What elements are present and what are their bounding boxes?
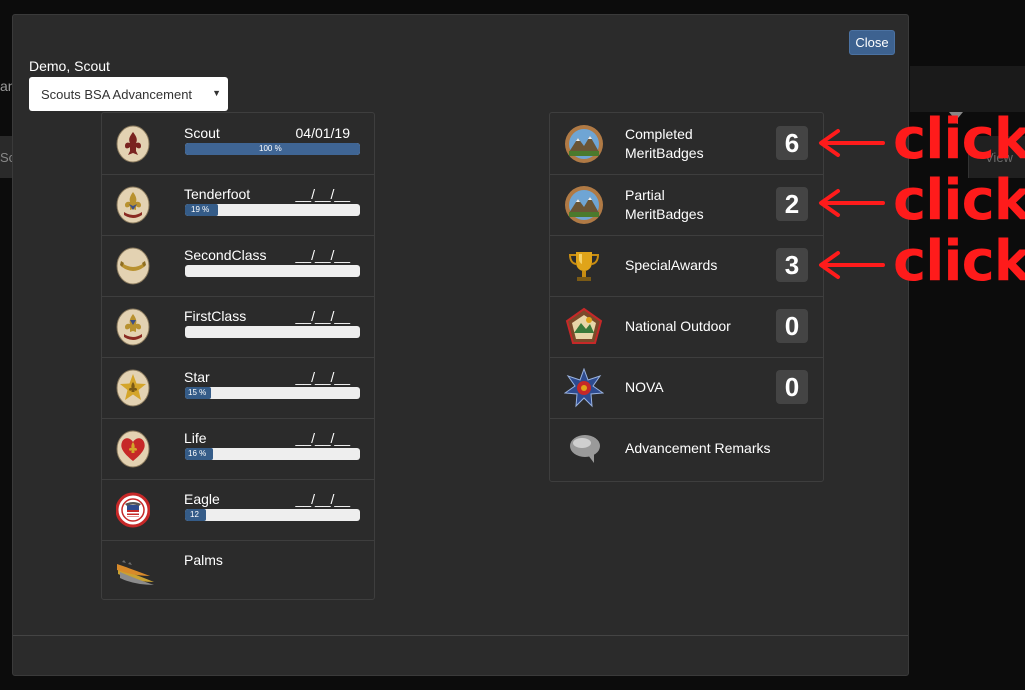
count-badge[interactable]: 0 [776,309,808,343]
award-label: SpecialAwards [625,256,775,275]
rank-progress-label: 12 [190,510,199,519]
rank-name: Scout [184,125,220,141]
rank-name: SecondClass [184,247,267,263]
advancement-remarks-row[interactable]: Advancement Remarks [550,418,823,479]
scout-rank-icon [116,125,150,163]
star-rank-icon [116,369,150,407]
rank-date: 04/01/19 [295,125,351,141]
rank-date: __/__/__ [295,186,351,202]
rank-row-tenderfoot[interactable]: Tenderfoot __/__/__ 19 % [102,174,374,236]
count-badge[interactable]: 0 [776,370,808,404]
merit-badge-icon [565,125,603,163]
click-annotation-text: click [893,168,1025,233]
award-label: National Outdoor [625,317,775,336]
tenderfoot-rank-icon [116,186,150,224]
rank-row-secondclass[interactable]: SecondClass __/__/__ [102,235,374,297]
rank-date: __/__/__ [295,430,351,446]
partial-merit-badges-row[interactable]: Partial MeritBadges 2 [550,174,823,236]
rank-progress-bar: 12 [185,509,360,521]
count-badge[interactable]: 2 [776,187,808,221]
completed-merit-badges-row[interactable]: Completed MeritBadges 6 [550,113,823,175]
rank-name: Life [184,430,207,446]
award-label: NOVA [625,378,775,397]
speech-bubble-icon [570,435,600,463]
rank-name: Star [184,369,210,385]
rank-progress-bar: 19 % [185,204,360,216]
award-label-line: SpecialAwards [625,257,718,273]
award-label-line: National Outdoor [625,318,731,334]
click-annotation-text: click [893,229,1025,294]
nova-badge-icon [564,368,604,408]
rank-progress-bar [185,326,360,338]
second-class-rank-icon [116,247,150,285]
national-outdoor-row[interactable]: National Outdoor 0 [550,296,823,358]
click-annotation-text: click [893,107,1025,172]
close-button[interactable]: Close [849,30,895,55]
count-badge[interactable]: 3 [776,248,808,282]
count-badge[interactable]: 6 [776,126,808,160]
rank-progress-label: 19 % [191,205,210,214]
rank-name: Tenderfoot [184,186,251,202]
rank-date: __/__/__ [295,369,351,385]
rank-progress-label: 100 % [259,144,282,153]
rank-row-eagle[interactable]: Eagle __/__/__ 12 [102,479,374,541]
program-select-value: Scouts BSA Advancement [41,87,193,102]
scout-name: Demo, Scout [29,58,110,74]
first-class-rank-icon [116,308,150,346]
rank-progress-bar: 15 % [185,387,360,399]
award-label-line: MeritBadges [625,206,704,222]
rank-row-firstclass[interactable]: FirstClass __/__/__ [102,296,374,358]
award-label-line: NOVA [625,379,664,395]
rank-row-star[interactable]: Star __/__/__ 15 % [102,357,374,419]
award-label-line: Partial [625,187,665,203]
rank-name: FirstClass [184,308,247,324]
award-label: Advancement Remarks [625,439,775,458]
background-header [910,66,1025,112]
award-label-line: Advancement Remarks [625,440,771,456]
eagle-rank-icon [116,492,150,528]
rank-progress-bar: 16 % [185,448,360,460]
rank-date: __/__/__ [295,308,351,324]
rank-name: Eagle [184,491,220,507]
rank-progress-bar [185,265,360,277]
dropdown-caret-icon: ▼ [212,88,221,98]
rank-date: __/__/__ [295,491,351,507]
award-label: Completed MeritBadges [625,125,775,163]
rank-progress-label: 16 % [188,449,207,458]
award-label-line: MeritBadges [625,145,704,161]
program-select[interactable]: Scouts BSA Advancement ▼ [29,77,228,111]
palms-icon [117,560,154,585]
rank-row-palms[interactable]: Palms [102,540,374,601]
rank-date: __/__/__ [295,247,351,263]
modal-footer-divider [13,635,908,636]
life-rank-icon [116,430,150,468]
award-label: Partial MeritBadges [625,186,775,224]
trophy-icon [568,252,600,281]
rank-panel: Scout 04/01/19 100 % Tenderfoot __/__/__… [101,112,375,600]
special-awards-row[interactable]: SpecialAwards 3 [550,235,823,297]
rank-row-life[interactable]: Life __/__/__ 16 % [102,418,374,480]
national-outdoor-badge-icon [565,307,603,344]
award-label-line: Completed [625,126,693,142]
nova-row[interactable]: NOVA 0 [550,357,823,419]
advancement-modal: Close Demo, Scout Scouts BSA Advancement… [12,14,909,676]
rank-name: Palms [184,552,223,568]
rank-progress-bar: 100 % [185,143,360,155]
rank-row-scout[interactable]: Scout 04/01/19 100 % [102,113,374,175]
rank-progress-label: 15 % [188,388,207,397]
awards-panel: Completed MeritBadges 6 Partial MeritBad… [549,112,824,482]
merit-badge-icon [565,186,603,224]
